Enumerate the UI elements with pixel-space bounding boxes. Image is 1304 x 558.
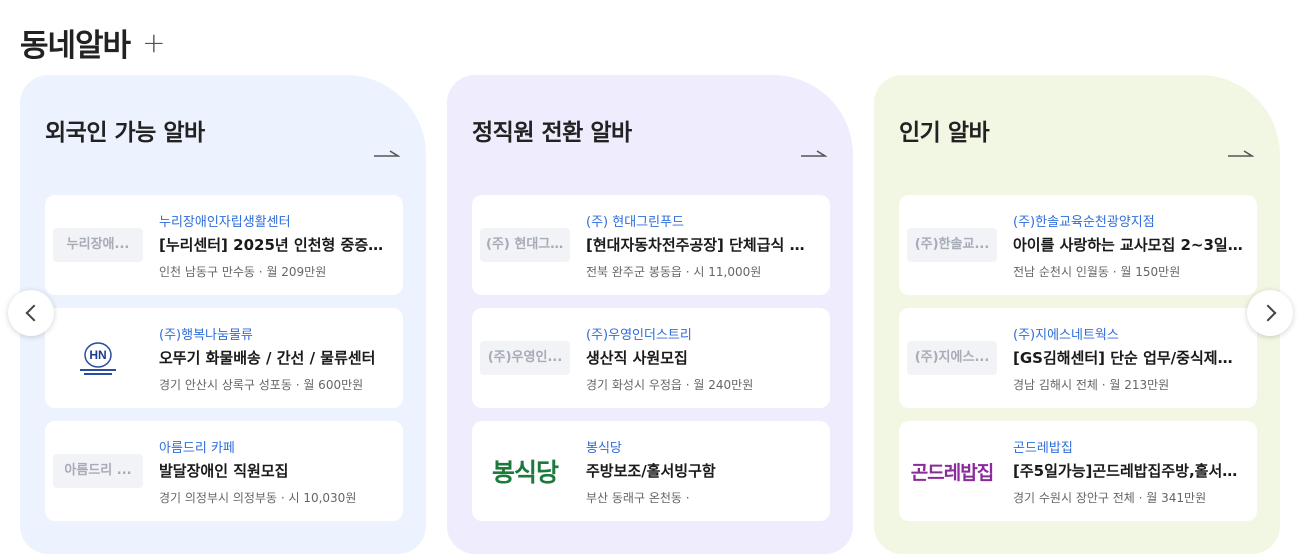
category-panel-popular: 인기 알바 (주)한솔교... (주)한솔교육순천광양지점 아이를 사랑하는 교… xyxy=(874,75,1280,554)
job-meta: 부산 동래구 온천동 · xyxy=(586,491,690,505)
job-title[interactable]: 발달장애인 직원모집 xyxy=(159,460,391,481)
job-card[interactable]: 곤드레밥집 곤드레밥집 [주5일가능]곤드레밥집주방,홀서빙 모집 경기 수원시… xyxy=(899,421,1257,521)
job-card[interactable]: HN (주)행복나눔물류 오뚜기 화물배송 / 간선 / 물류센터 경기 안산시… xyxy=(45,308,403,408)
company-name[interactable]: (주)행복나눔물류 xyxy=(159,324,253,343)
gondre-logo-text: 곤드레밥집 xyxy=(910,461,994,484)
hn-logo-text: HN xyxy=(89,348,106,362)
job-card[interactable]: 봉식당 봉식당 주방보조/홀서빙구함 부산 동래구 온천동 · xyxy=(472,421,830,521)
job-meta: 인천 남동구 만수동 · 월 209만원 xyxy=(159,265,327,279)
company-name[interactable]: 봉식당 xyxy=(586,437,622,456)
job-card[interactable]: (주) 현대그... (주) 현대그린푸드 [현대자동차전주공장] 단체급식 조… xyxy=(472,195,830,295)
job-title[interactable]: 오뚜기 화물배송 / 간선 / 물류센터 xyxy=(159,347,391,368)
company-name[interactable]: (주)한솔교육순천광양지점 xyxy=(1013,211,1155,230)
chevron-right-icon xyxy=(1259,304,1276,322)
company-logo: 봉식당 xyxy=(480,443,570,499)
plus-icon[interactable]: + xyxy=(142,28,165,57)
job-title[interactable]: [주5일가능]곤드레밥집주방,홀서빙 모집 xyxy=(1013,460,1245,481)
bongsikdang-logo-text: 봉식당 xyxy=(491,458,559,487)
company-logo: (주)지에스... xyxy=(907,341,997,375)
company-name[interactable]: (주)지에스네트웍스 xyxy=(1013,324,1119,343)
chevron-left-icon xyxy=(25,304,42,322)
job-meta: 경기 수원시 장안구 전체 · 월 341만원 xyxy=(1013,491,1207,505)
category-panel-fulltime: 정직원 전환 알바 (주) 현대그... (주) 현대그린푸드 [현대자동차전주… xyxy=(447,75,853,554)
job-card[interactable]: 누리장애... 누리장애인자립생활센터 [누리센터] 2025년 인천형 중증장… xyxy=(45,195,403,295)
job-title[interactable]: [누리센터] 2025년 인천형 중증장애인 근로지원인 xyxy=(159,234,391,255)
job-meta: 경남 김해시 전체 · 월 213만원 xyxy=(1013,378,1170,392)
section-title: 동네알바 xyxy=(20,28,131,64)
company-name[interactable]: 누리장애인자립생활센터 xyxy=(159,211,291,230)
carousel-next-button[interactable] xyxy=(1247,290,1293,336)
section-header: 동네알바 + xyxy=(20,20,166,65)
company-logo: (주)한솔교... xyxy=(907,228,997,262)
category-panel-foreigner: 외국인 가능 알바 누리장애... 누리장애인자립생활센터 [누리센터] 202… xyxy=(20,75,426,554)
job-title[interactable]: 주방보조/홀서빙구함 xyxy=(586,460,818,481)
company-name[interactable]: 곤드레밥집 xyxy=(1013,437,1073,456)
job-meta: 경기 의정부시 의정부동 · 시 10,030원 xyxy=(159,491,357,505)
company-logo: 누리장애... xyxy=(53,228,143,262)
job-meta: 경기 화성시 우정읍 · 월 240만원 xyxy=(586,378,754,392)
job-title[interactable]: [GS김해센터] 단순 업무/중식제공/장기근무 xyxy=(1013,347,1245,368)
company-logo: 아름드리 ... xyxy=(53,454,143,488)
company-name[interactable]: (주)우영인더스트리 xyxy=(586,324,692,343)
arrow-right-icon[interactable] xyxy=(801,149,827,161)
job-card[interactable]: (주)우영인... (주)우영인더스트리 생산직 사원모집 경기 화성시 우정읍… xyxy=(472,308,830,408)
job-card[interactable]: (주)한솔교... (주)한솔교육순천광양지점 아이를 사랑하는 교사모집 2~… xyxy=(899,195,1257,295)
company-logo: HN xyxy=(53,330,143,386)
company-logo: 곤드레밥집 xyxy=(907,443,997,499)
arrow-right-icon[interactable] xyxy=(374,149,400,161)
job-meta: 경기 안산시 상록구 성포동 · 월 600만원 xyxy=(159,378,364,392)
job-card[interactable]: 아름드리 ... 아름드리 카페 발달장애인 직원모집 경기 의정부시 의정부동… xyxy=(45,421,403,521)
category-title[interactable]: 정직원 전환 알바 xyxy=(472,113,632,147)
job-meta: 전북 완주군 봉동읍 · 시 11,000원 xyxy=(586,265,762,279)
company-name[interactable]: 아름드리 카페 xyxy=(159,437,235,456)
carousel-prev-button[interactable] xyxy=(8,290,54,336)
company-logo: (주)우영인... xyxy=(480,341,570,375)
job-title[interactable]: 생산직 사원모집 xyxy=(586,347,818,368)
company-logo: (주) 현대그... xyxy=(480,228,570,262)
arrow-right-icon[interactable] xyxy=(1228,149,1254,161)
category-title[interactable]: 인기 알바 xyxy=(899,113,990,147)
category-title[interactable]: 외국인 가능 알바 xyxy=(45,113,205,147)
job-title[interactable]: [현대자동차전주공장] 단체급식 조리원 xyxy=(586,234,818,255)
company-name[interactable]: (주) 현대그린푸드 xyxy=(586,211,684,230)
job-meta: 전남 순천시 인월동 · 월 150만원 xyxy=(1013,265,1181,279)
job-card[interactable]: (주)지에스... (주)지에스네트웍스 [GS김해센터] 단순 업무/중식제공… xyxy=(899,308,1257,408)
job-title[interactable]: 아이를 사랑하는 교사모집 2~3일 가능 xyxy=(1013,234,1245,255)
